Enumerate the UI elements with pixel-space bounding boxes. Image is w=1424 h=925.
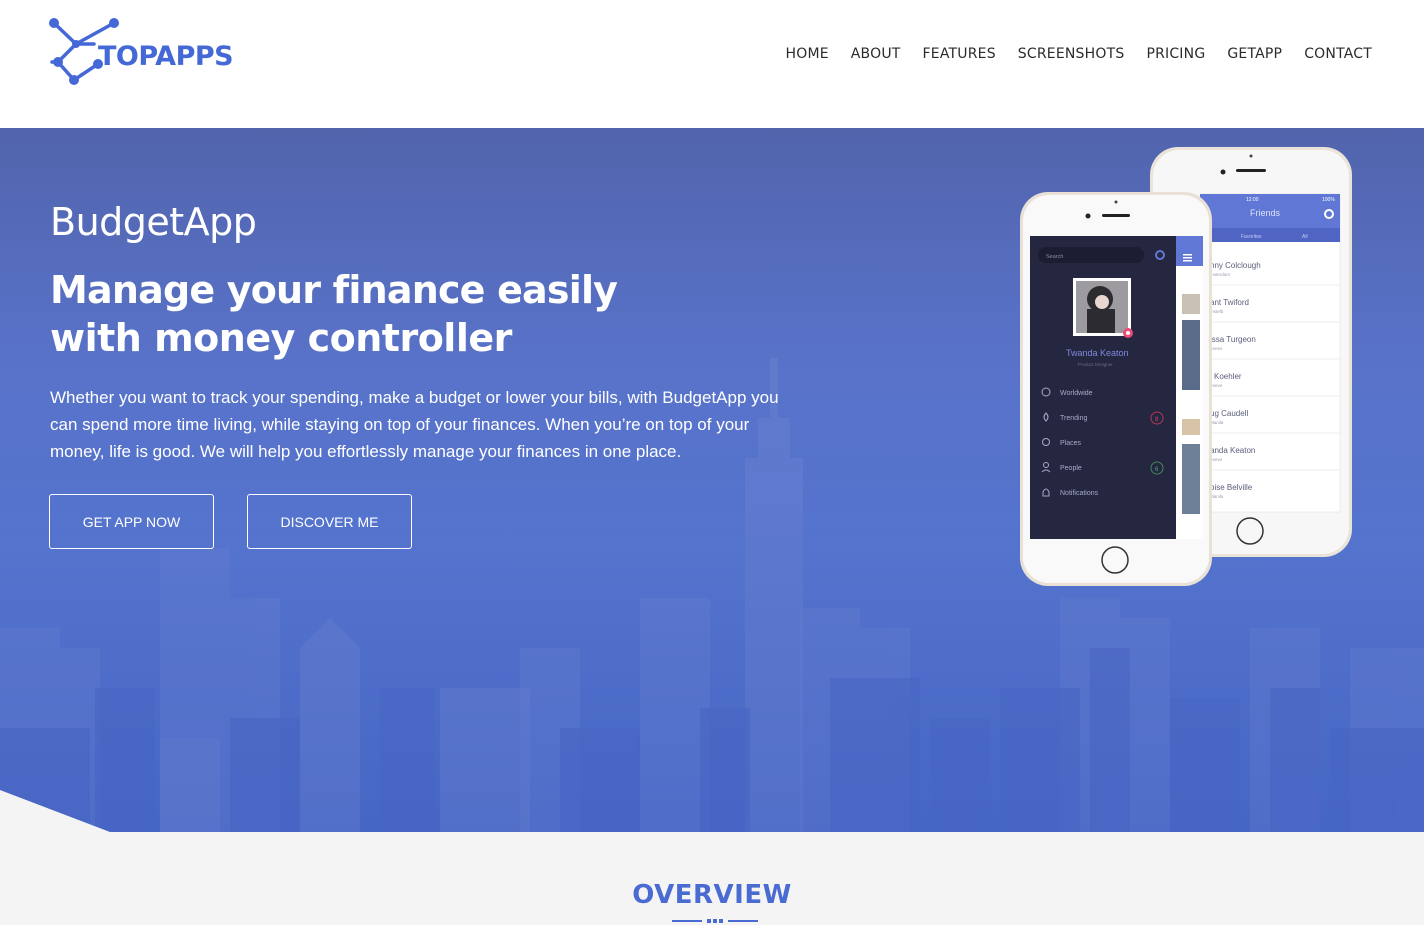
hero-app-title: BudgetApp	[50, 200, 257, 244]
main-nav: HOME ABOUT FEATURES SCREENSHOTS PRICING …	[786, 46, 1373, 62]
section-divider-icon	[672, 919, 758, 923]
back-tab-favorites[interactable]: Favorites	[1241, 234, 1262, 240]
profile-name: Twanda Keaton	[1066, 348, 1129, 358]
menu-item-people[interactable]: People	[1060, 465, 1082, 472]
hero-subheadline: with money controller	[50, 316, 512, 360]
friend-name: anda Keaton	[1210, 446, 1255, 455]
friend-name: oise Belville	[1210, 483, 1253, 492]
hero-headline: Manage your finance easily	[50, 268, 618, 312]
overview-section: OVERVIEW	[0, 832, 1424, 925]
friend-name: i Koehler	[1210, 372, 1242, 381]
nav-pricing[interactable]: PRICING	[1146, 46, 1205, 62]
menu-item-trending[interactable]: Trending	[1060, 415, 1087, 422]
phone-mockups: 12:00 100% Friends Favorites All nny Col…	[1020, 147, 1352, 586]
menu-item-places[interactable]: Places	[1060, 440, 1082, 447]
back-status-battery: 100%	[1322, 197, 1335, 203]
friend-place: mstelb	[1210, 309, 1224, 314]
front-home-button-icon	[1101, 546, 1129, 574]
back-home-button-icon	[1236, 517, 1264, 545]
search-placeholder[interactable]: Search	[1046, 254, 1063, 260]
profile-role: Product Designer	[1078, 362, 1113, 367]
menu-item-worldwide[interactable]: Worldwide	[1060, 390, 1093, 397]
brand-logo[interactable]: TOPAPPS	[48, 16, 248, 90]
friend-name: ug Caudell	[1210, 409, 1248, 418]
get-app-now-button[interactable]: GET APP NOW	[49, 494, 214, 549]
hero-corner-slant	[0, 790, 110, 832]
friend-name: nny Colclough	[1210, 261, 1261, 270]
nav-screenshots[interactable]: SCREENSHOTS	[1018, 46, 1125, 62]
back-screen-title: Friends	[1250, 208, 1281, 218]
front-phone: Search Twanda Keaton Product Designer Wo…	[1020, 192, 1212, 586]
back-status-time: 12:00	[1246, 197, 1259, 203]
overview-title: OVERVIEW	[632, 880, 792, 910]
back-tab-all[interactable]: All	[1302, 234, 1308, 240]
nav-getapp[interactable]: GETAPP	[1227, 46, 1282, 62]
friend-place: Manila	[1210, 494, 1224, 499]
friend-name: ant Twiford	[1210, 298, 1249, 307]
nav-contact[interactable]: CONTACT	[1304, 46, 1372, 62]
discover-me-button[interactable]: DISCOVER ME	[247, 494, 412, 549]
brand-name: TOPAPPS	[98, 41, 234, 72]
friend-name: issa Turgeon	[1210, 335, 1256, 344]
nav-home[interactable]: HOME	[786, 46, 829, 62]
friend-place: msterdam	[1210, 272, 1230, 277]
nav-about[interactable]: ABOUT	[851, 46, 901, 62]
nav-features[interactable]: FEATURES	[923, 46, 996, 62]
menu-item-notifications[interactable]: Notifications	[1060, 490, 1099, 497]
top-navbar: TOPAPPS HOME ABOUT FEATURES SCREENSHOTS …	[0, 0, 1424, 128]
friend-place: Manila	[1210, 420, 1224, 425]
hero-description: Whether you want to track your spending,…	[50, 388, 779, 461]
hero-section: BudgetApp Manage your finance easily wit…	[0, 128, 1424, 832]
